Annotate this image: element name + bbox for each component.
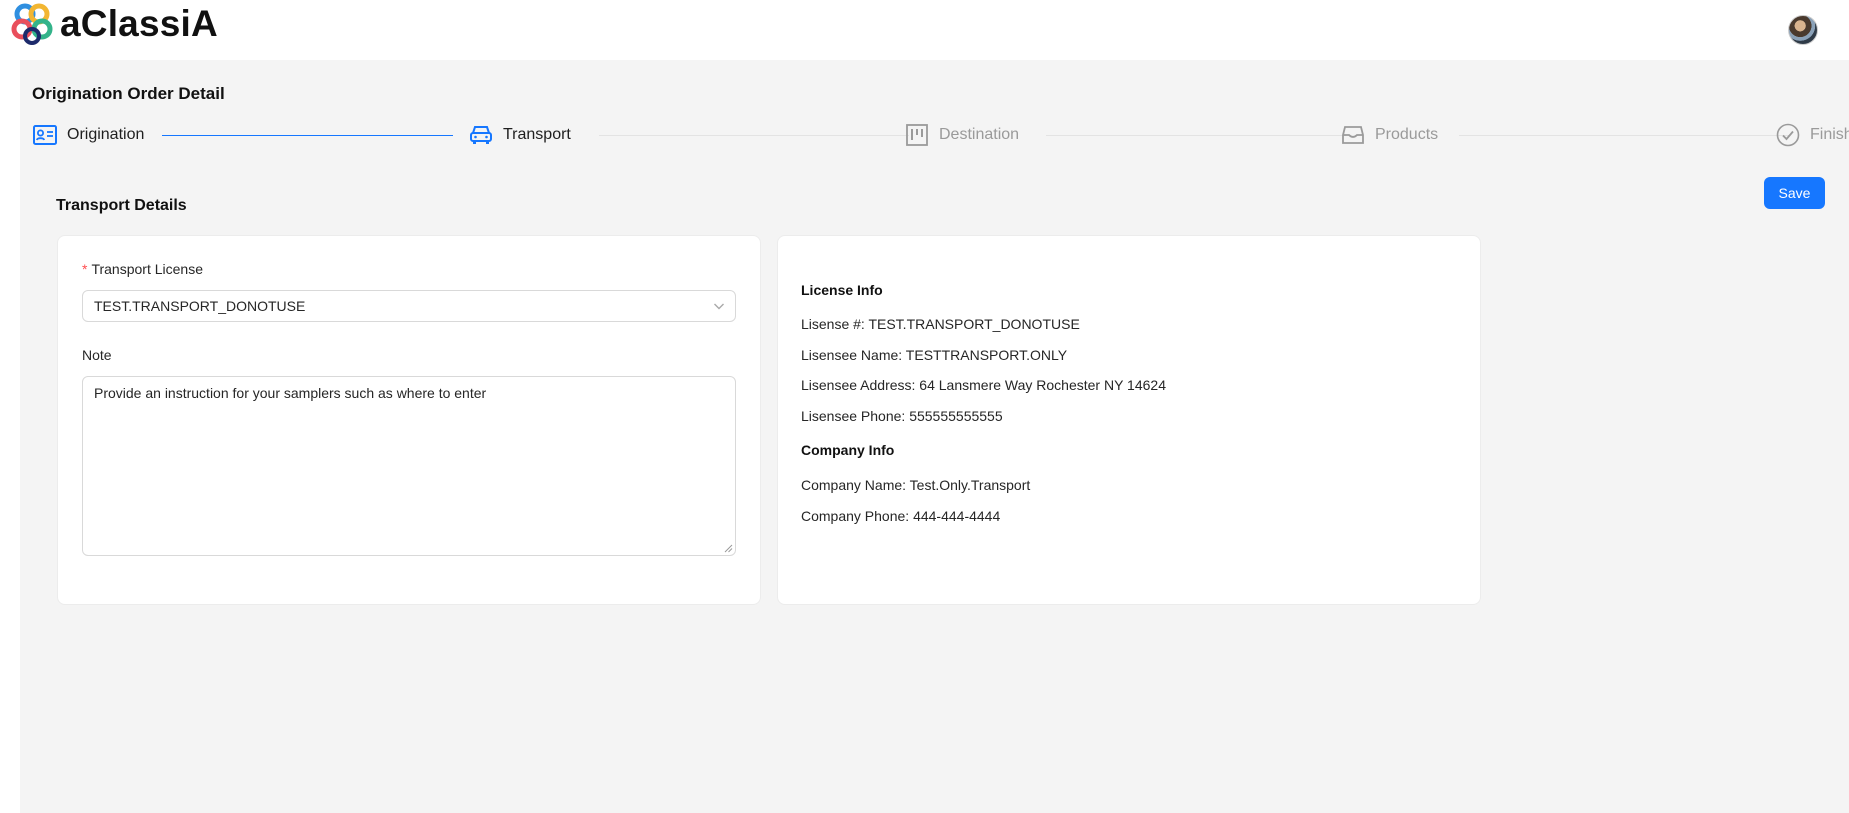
required-mark: *: [82, 261, 88, 277]
step-label: Destination: [939, 126, 1020, 143]
car-icon: [468, 122, 494, 148]
note-label: Note: [82, 347, 112, 363]
licensee-phone: Lisensee Phone: 555555555555: [801, 408, 1003, 424]
board-icon: [904, 122, 930, 148]
step-connector: [1046, 135, 1346, 136]
main-content: Origination Order Detail Origination Tra…: [20, 60, 1849, 813]
page-title: Origination Order Detail: [32, 84, 225, 103]
transport-license-label-text: Transport License: [91, 261, 203, 277]
app-name: aClassiA: [60, 3, 218, 44]
step-origination[interactable]: Origination: [32, 120, 144, 150]
top-bar: aClassiA: [0, 0, 1849, 60]
sidebar-strip: [0, 60, 20, 813]
step-connector: [599, 135, 909, 136]
step-products[interactable]: Products: [1340, 120, 1438, 150]
step-label: Transport: [503, 126, 571, 143]
logo-icon: [11, 3, 53, 45]
company-phone: Company Phone: 444-444-4444: [801, 508, 1001, 524]
note-textarea[interactable]: Provide an instruction for your samplers…: [82, 376, 736, 556]
transport-license-label: * Transport License: [82, 261, 203, 277]
step-connector: [162, 135, 453, 136]
license-info-card: License Info Lisense #: TEST.TRANSPORT_D…: [777, 235, 1481, 605]
chevron-down-icon: [714, 303, 724, 310]
id-card-icon: [32, 122, 58, 148]
licensee-address: Lisensee Address: 64 Lansmere Way Roches…: [801, 377, 1166, 393]
step-finish[interactable]: Finish: [1775, 120, 1849, 150]
company-info-heading: Company Info: [801, 442, 895, 458]
transport-license-select[interactable]: TEST.TRANSPORT_DONOTUSE: [82, 290, 736, 322]
save-button[interactable]: Save: [1764, 177, 1825, 209]
transport-license-value: TEST.TRANSPORT_DONOTUSE: [94, 298, 306, 314]
step-label: Origination: [67, 126, 145, 143]
order-steps: Origination Transport Destination Produc…: [32, 120, 1849, 150]
app-logo[interactable]: aClassiA: [8, 0, 218, 48]
user-avatar[interactable]: [1788, 15, 1818, 45]
check-circle-icon: [1775, 122, 1801, 148]
step-label: Products: [1375, 126, 1439, 143]
licensee-name: Lisensee Name: TESTTRANSPORT.ONLY: [801, 347, 1068, 363]
step-label: Finish: [1810, 126, 1849, 143]
step-destination[interactable]: Destination: [904, 120, 1019, 150]
license-info-heading: License Info: [801, 282, 883, 298]
inbox-icon: [1340, 122, 1366, 148]
transport-form-card: * Transport License TEST.TRANSPORT_DONOTU…: [57, 235, 761, 605]
resize-handle-icon[interactable]: [723, 543, 733, 553]
license-number: Lisense #: TEST.TRANSPORT_DONOTUSE: [801, 316, 1080, 332]
step-transport[interactable]: Transport: [468, 120, 571, 150]
note-text: Provide an instruction for your samplers…: [94, 385, 487, 401]
company-name: Company Name: Test.Only.Transport: [801, 477, 1031, 493]
step-connector: [1459, 135, 1789, 136]
section-title: Transport Details: [56, 197, 187, 214]
